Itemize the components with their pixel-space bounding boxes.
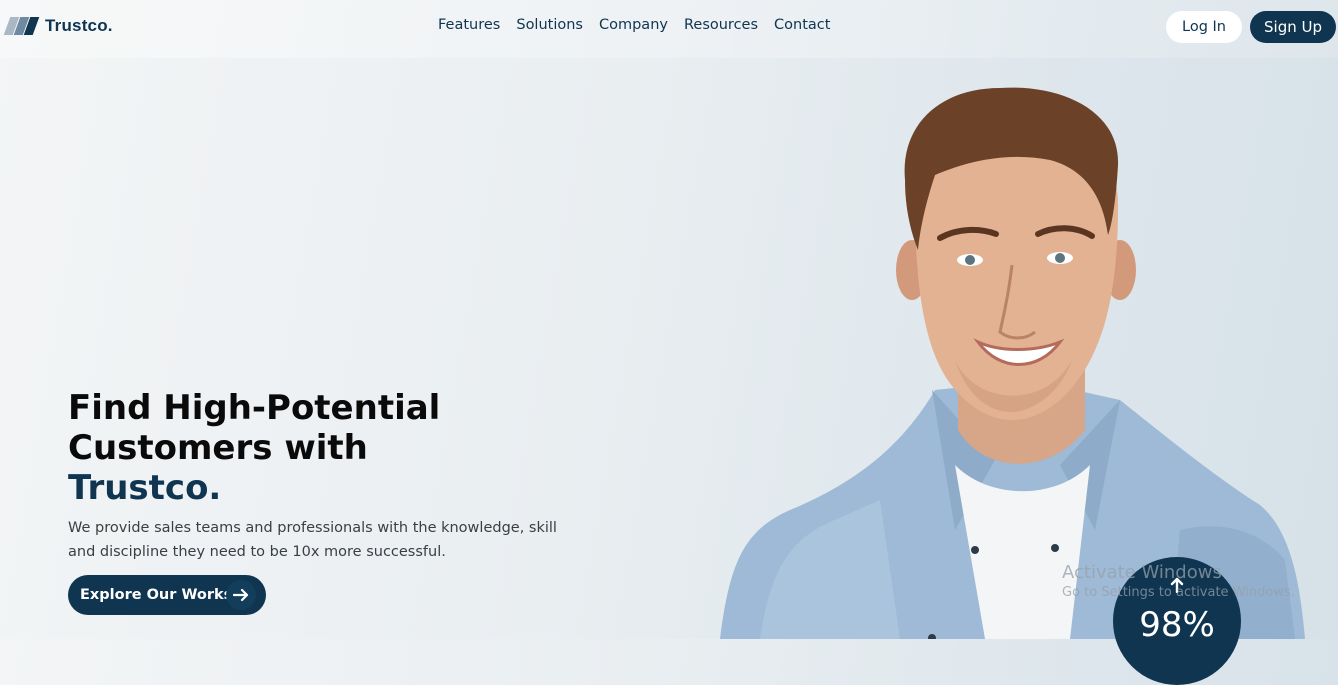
explore-works-button[interactable]: Explore Our Works [68, 575, 266, 615]
arrow-right-icon [226, 580, 256, 610]
nav-solutions[interactable]: Solutions [516, 17, 583, 33]
hero-title-brand: Trustco. [68, 468, 222, 508]
hero-title: Find High-Potential Customers with Trust… [68, 388, 488, 508]
watermark-subtitle: Go to Settings to activate Windows. [1062, 585, 1295, 600]
nav-resources[interactable]: Resources [684, 17, 758, 33]
logo[interactable]: Trustco. [3, 15, 113, 37]
hero-title-line1: Find High-Potential [68, 388, 441, 428]
signup-button[interactable]: Sign Up [1250, 11, 1336, 43]
stat-value: 98% [1139, 605, 1215, 645]
login-button[interactable]: Log In [1166, 11, 1242, 43]
nav-company[interactable]: Company [599, 17, 668, 33]
hero-portrait-image [720, 87, 1305, 639]
explore-works-label: Explore Our Works [80, 587, 233, 603]
nav-features[interactable]: Features [438, 17, 500, 33]
hero-title-line2: Customers with [68, 428, 368, 468]
logo-mark-icon [3, 15, 41, 37]
watermark-title: Activate Windows [1062, 562, 1222, 583]
activate-windows-watermark: Activate Windows Go to Settings to activ… [1062, 562, 1295, 600]
nav-contact[interactable]: Contact [774, 17, 830, 33]
hero-description: We provide sales teams and professionals… [68, 520, 557, 560]
main-nav: Features Solutions Company Resources Con… [438, 17, 830, 33]
logo-text: Trustco. [45, 16, 113, 35]
